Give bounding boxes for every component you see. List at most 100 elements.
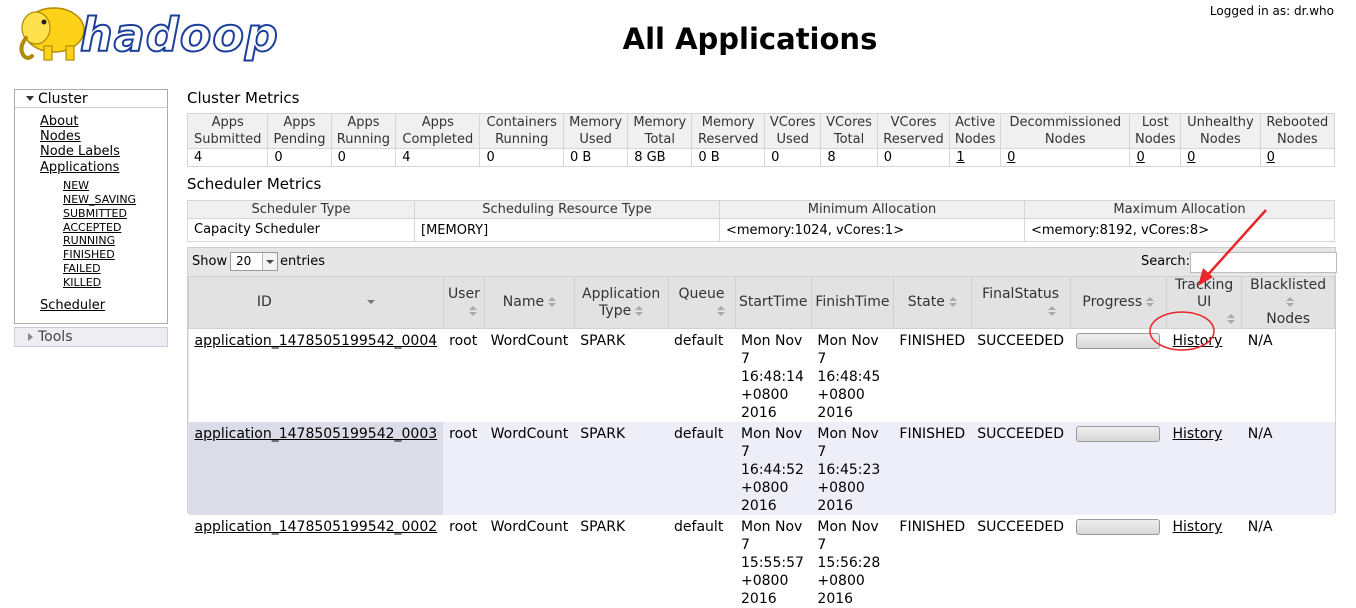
col-finish[interactable]: FinishTime — [810, 276, 894, 329]
max-allocation-value: <memory:8192, vCores:8> — [1024, 218, 1335, 242]
col-user-label: User — [447, 285, 480, 302]
max-allocation-header: Maximum Allocation — [1024, 200, 1335, 219]
sort-icon — [1286, 297, 1295, 307]
cluster-metric-header: Rebooted Nodes — [1259, 113, 1336, 149]
metric-value-text: 0 — [883, 150, 892, 165]
history-link[interactable]: History — [1173, 426, 1223, 442]
metric-value-text[interactable]: 0 — [1136, 150, 1144, 165]
metric-value-text: 0 — [486, 150, 495, 165]
sidebar-state-new[interactable]: NEW — [63, 179, 89, 192]
tracking-ui-cell[interactable]: History — [1166, 515, 1242, 608]
page-size-select[interactable]: 20 — [230, 252, 278, 271]
logged-in-status: Logged in as: dr.who — [1209, 4, 1334, 18]
col-state[interactable]: State — [892, 276, 972, 329]
cluster-metric-link[interactable]: 1 — [949, 148, 1002, 167]
tools-label: Tools — [38, 329, 73, 345]
application-id-link[interactable]: application_1478505199542_0002 — [188, 515, 444, 608]
hadoop-logo[interactable]: hadoop — [14, 2, 284, 68]
applications-table: ID User Name Application Type Queue Start… — [188, 276, 1335, 608]
finish-time-line: Mon Nov 7 — [817, 333, 879, 367]
col-user[interactable]: User — [442, 276, 486, 329]
cluster-metric-header: Memory Used — [562, 113, 629, 149]
show-label: Show — [192, 254, 228, 269]
chevron-down-icon — [262, 253, 277, 270]
application-id-text[interactable]: application_1478505199542_0003 — [195, 426, 438, 442]
metric-value-text: 4 — [402, 150, 411, 165]
finish-time-line: 16:48:45 — [817, 369, 881, 385]
metric-value-text[interactable]: 0 — [1267, 150, 1275, 165]
tools-section-toggle[interactable]: Tools — [14, 327, 168, 347]
start-time-line: Mon Nov — [741, 519, 803, 535]
cluster-metric-header: Apps Pending — [267, 113, 332, 149]
app-type-cell: SPARK — [574, 515, 669, 608]
metric-header-line2: Nodes — [954, 132, 996, 147]
cluster-metric-header: Apps Running — [330, 113, 397, 149]
col-finish-label: FinishTime — [815, 294, 890, 310]
application-id-link[interactable]: application_1478505199542_0004 — [188, 328, 444, 422]
sidebar-state-finished[interactable]: FINISHED — [63, 248, 115, 261]
sidebar-state-submitted[interactable]: SUBMITTED — [63, 207, 127, 220]
sidebar-link-scheduler[interactable]: Scheduler — [40, 298, 105, 313]
queue-cell: default — [668, 515, 736, 608]
cluster-metric-value: 0 — [764, 148, 822, 167]
cluster-metric-link[interactable]: 0 — [1129, 148, 1182, 167]
sidebar-state-killed[interactable]: KILLED — [63, 276, 101, 289]
history-link[interactable]: History — [1173, 333, 1223, 349]
sidebar-link-nodes[interactable]: Nodes — [40, 129, 81, 144]
col-tracking-ui[interactable]: Tracking UI — [1165, 276, 1243, 329]
min-allocation-header: Minimum Allocation — [719, 200, 1025, 219]
start-time-line: 7 16:48:14 — [741, 351, 804, 385]
sidebar-link-applications[interactable]: Applications — [40, 160, 119, 175]
col-id[interactable]: ID — [188, 276, 444, 329]
sidebar-state-running[interactable]: RUNNING — [63, 234, 115, 247]
col-final-status[interactable]: FinalStatus — [970, 276, 1071, 329]
table-row: application_1478505199542_0003 root WordCo… — [188, 422, 1335, 515]
metric-header-line2: Nodes — [1134, 132, 1176, 147]
queue-cell: default — [668, 328, 736, 422]
metric-header-line2: Nodes — [1200, 132, 1241, 147]
application-id-link[interactable]: application_1478505199542_0003 — [188, 422, 444, 515]
blacklisted-cell: N/A — [1241, 422, 1335, 515]
col-app-type-label2: Type — [599, 302, 632, 319]
col-blacklisted-label2: Nodes — [1266, 311, 1311, 327]
sidebar-link-node-labels[interactable]: Node Labels — [40, 144, 120, 159]
cluster-metric-link[interactable]: 0 — [1180, 148, 1261, 167]
history-link[interactable]: History — [1173, 519, 1223, 535]
cluster-metric-header: Lost Nodes — [1129, 113, 1182, 149]
col-app-type-label: Application — [582, 285, 661, 302]
tracking-ui-cell[interactable]: History — [1166, 328, 1242, 422]
sidebar-link-about[interactable]: About — [40, 114, 78, 129]
tracking-ui-cell[interactable]: History — [1166, 422, 1242, 515]
col-start[interactable]: StartTime — [734, 276, 812, 329]
metric-header-line1: Apps — [283, 115, 316, 130]
metric-value-text[interactable]: 0 — [1007, 150, 1015, 165]
col-blacklisted[interactable]: Blacklisted Nodes — [1241, 276, 1335, 329]
application-id-text[interactable]: application_1478505199542_0002 — [195, 519, 438, 535]
sort-icon — [716, 305, 725, 316]
col-name[interactable]: Name — [484, 276, 575, 329]
metric-value-text: 0 — [771, 150, 780, 165]
cluster-metric-value: 0 — [267, 148, 332, 167]
metric-header-line1: Containers — [486, 115, 557, 130]
state-cell: FINISHED — [893, 422, 972, 515]
sort-desc-icon — [366, 299, 375, 305]
sidebar-state-failed[interactable]: FAILED — [63, 262, 101, 275]
metric-header-line2: Total — [833, 132, 865, 147]
col-queue[interactable]: Queue — [667, 276, 736, 329]
sidebar-state-accepted[interactable]: ACCEPTED — [63, 221, 121, 234]
finish-time-cell: Mon Nov 7 16:48:45 +0800 2016 — [811, 328, 894, 422]
col-progress[interactable]: Progress — [1069, 276, 1168, 329]
sort-icon — [1227, 314, 1236, 324]
metric-value-text[interactable]: 1 — [956, 150, 964, 165]
search-input[interactable] — [1190, 252, 1337, 273]
sidebar-state-new-saving[interactable]: NEW_SAVING — [63, 193, 136, 206]
start-time-line: Mon Nov — [741, 333, 803, 349]
cluster-metric-link[interactable]: 0 — [1259, 148, 1336, 167]
cluster-section-toggle[interactable]: Cluster — [15, 90, 167, 108]
cluster-metric-link[interactable]: 0 — [1000, 148, 1131, 167]
col-app-type[interactable]: Application Type — [573, 276, 669, 329]
application-id-text[interactable]: application_1478505199542_0004 — [195, 333, 438, 349]
metric-header-line1: Lost — [1141, 115, 1169, 130]
progress-cell — [1070, 422, 1167, 515]
metric-value-text[interactable]: 0 — [1187, 150, 1195, 165]
